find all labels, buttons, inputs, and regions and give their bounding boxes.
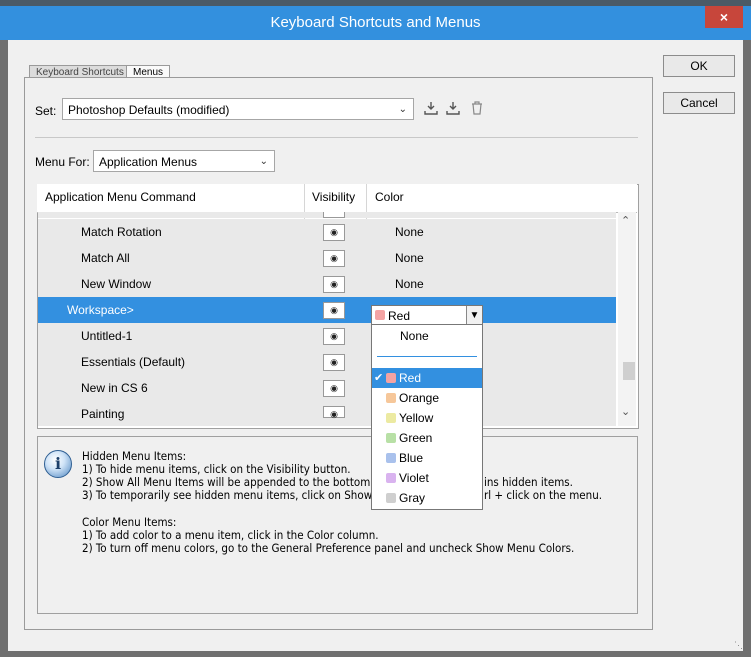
color-swatch xyxy=(386,473,396,483)
info-line-suffix: rl + click on the menu. xyxy=(484,488,603,502)
save-set-icon[interactable] xyxy=(424,101,438,115)
option-label: Blue xyxy=(399,451,424,465)
dropdown-separator xyxy=(377,356,477,357)
eye-icon[interactable]: ◉ xyxy=(323,328,345,345)
eye-icon[interactable]: ◉ xyxy=(323,380,345,397)
color-swatch xyxy=(375,310,385,320)
info-icon: i xyxy=(44,450,72,478)
option-label: None xyxy=(400,329,429,343)
column-header-visibility[interactable]: Visibility xyxy=(312,190,355,204)
resize-grip-icon[interactable]: ⋱ xyxy=(734,640,743,651)
info-line: 2) To turn off menu colors, go to the Ge… xyxy=(82,541,575,555)
window-title: Keyboard Shortcuts and Menus xyxy=(270,14,481,31)
color-option-violet[interactable]: Violet xyxy=(372,468,482,488)
info-line: 1) To add color to a menu item, click in… xyxy=(82,528,379,542)
info-line: 1) To hide menu items, click on the Visi… xyxy=(82,462,351,476)
color-option-none[interactable]: None xyxy=(372,326,482,346)
eye-icon[interactable]: ◉ xyxy=(323,406,345,419)
scroll-down-icon[interactable]: ⌄ xyxy=(621,405,630,418)
save-set-as-icon[interactable] xyxy=(446,101,460,115)
menu-for-dropdown[interactable]: Application Menus ⌄ xyxy=(93,150,275,172)
option-label: Green xyxy=(399,431,433,445)
color-swatch xyxy=(386,393,396,403)
set-value: Photoshop Defaults (modified) xyxy=(68,103,230,117)
command-label: New Window xyxy=(81,277,152,291)
chevron-down-icon: ⌄ xyxy=(398,104,407,115)
color-option-orange[interactable]: Orange xyxy=(372,388,482,408)
table-row[interactable]: Match Rotation ◉ None xyxy=(38,219,616,246)
eye-icon[interactable]: ◉ xyxy=(323,354,345,371)
set-dropdown[interactable]: Photoshop Defaults (modified) ⌄ xyxy=(62,98,414,120)
command-label: Untitled-1 xyxy=(81,329,133,343)
table-row-selected[interactable]: Workspace> ◉ xyxy=(38,297,616,324)
command-label: Painting xyxy=(81,407,125,421)
info-heading-color: Color Menu Items: xyxy=(82,515,177,529)
scrollbar-thumb[interactable] xyxy=(623,362,635,380)
command-label: Match Rotation xyxy=(81,225,162,239)
eye-icon[interactable]: ◉ xyxy=(323,224,345,241)
menu-for-label: Menu For: xyxy=(35,155,90,169)
command-label: Essentials (Default) xyxy=(81,355,186,369)
scroll-up-icon[interactable]: ⌃ xyxy=(621,214,630,227)
table-scrollbar[interactable] xyxy=(618,212,636,426)
eye-icon[interactable]: ◉ xyxy=(323,302,345,319)
color-dropdown-value: Red xyxy=(388,309,411,323)
eye-icon[interactable]: ◉ xyxy=(323,250,345,267)
set-label: Set: xyxy=(35,104,57,118)
column-header-color[interactable]: Color xyxy=(375,190,404,204)
divider xyxy=(35,137,638,138)
command-label: Workspace> xyxy=(67,303,134,317)
color-option-red[interactable]: ✔ Red xyxy=(372,368,482,388)
info-line: 2) Show All Menu Items will be appended … xyxy=(82,475,371,489)
table-row[interactable]: Match All ◉ None xyxy=(38,245,616,272)
color-value[interactable]: None xyxy=(395,225,424,239)
ok-button[interactable]: OK xyxy=(663,55,735,77)
color-value[interactable]: None xyxy=(395,251,424,265)
color-option-green[interactable]: Green xyxy=(372,428,482,448)
table-row[interactable]: New in CS 6 ◉ xyxy=(38,375,616,402)
info-heading-hidden: Hidden Menu Items: xyxy=(82,449,187,463)
info-line: 3) To temporarily see hidden menu items,… xyxy=(82,488,373,502)
command-label: New in CS 6 xyxy=(81,381,148,395)
command-label: Match All xyxy=(81,251,130,265)
eye-icon[interactable] xyxy=(323,212,345,218)
chevron-down-icon[interactable]: ▼ xyxy=(466,306,482,326)
color-swatch xyxy=(386,493,396,503)
option-label: Yellow xyxy=(399,411,434,425)
option-label: Violet xyxy=(399,471,429,485)
table-row[interactable]: Essentials (Default) ◉ xyxy=(38,349,616,376)
info-line-suffix: ins hidden items. xyxy=(484,475,573,489)
color-dropdown-list: None ✔ Red Orange Yellow Green Blue Viol… xyxy=(371,324,483,510)
table-row[interactable]: Painting ◉ xyxy=(38,401,616,427)
close-button[interactable]: × xyxy=(705,6,743,28)
option-label: Gray xyxy=(399,491,426,505)
table-header: Application Menu Command Visibility Colo… xyxy=(37,184,637,213)
option-label: Red xyxy=(399,371,422,385)
menu-for-value: Application Menus xyxy=(99,155,198,169)
checkmark-icon: ✔ xyxy=(374,372,384,384)
table-row[interactable]: Untitled-1 ◉ xyxy=(38,323,616,350)
table-row[interactable]: New Window ◉ None xyxy=(38,271,616,298)
cancel-button[interactable]: Cancel xyxy=(663,92,735,114)
color-swatch xyxy=(386,453,396,463)
delete-set-icon[interactable] xyxy=(470,101,484,115)
color-option-gray[interactable]: Gray xyxy=(372,488,482,508)
option-label: Orange xyxy=(399,391,440,405)
title-bar: Keyboard Shortcuts and Menus × xyxy=(0,6,751,40)
color-value[interactable]: None xyxy=(395,277,424,291)
color-option-yellow[interactable]: Yellow xyxy=(372,408,482,428)
color-option-blue[interactable]: Blue xyxy=(372,448,482,468)
color-swatch xyxy=(386,433,396,443)
column-header-command[interactable]: Application Menu Command xyxy=(45,190,196,204)
color-swatch xyxy=(386,373,396,383)
chevron-down-icon: ⌄ xyxy=(259,156,268,167)
eye-icon[interactable]: ◉ xyxy=(323,276,345,293)
table-row-partial xyxy=(38,212,616,218)
color-swatch xyxy=(386,413,396,423)
